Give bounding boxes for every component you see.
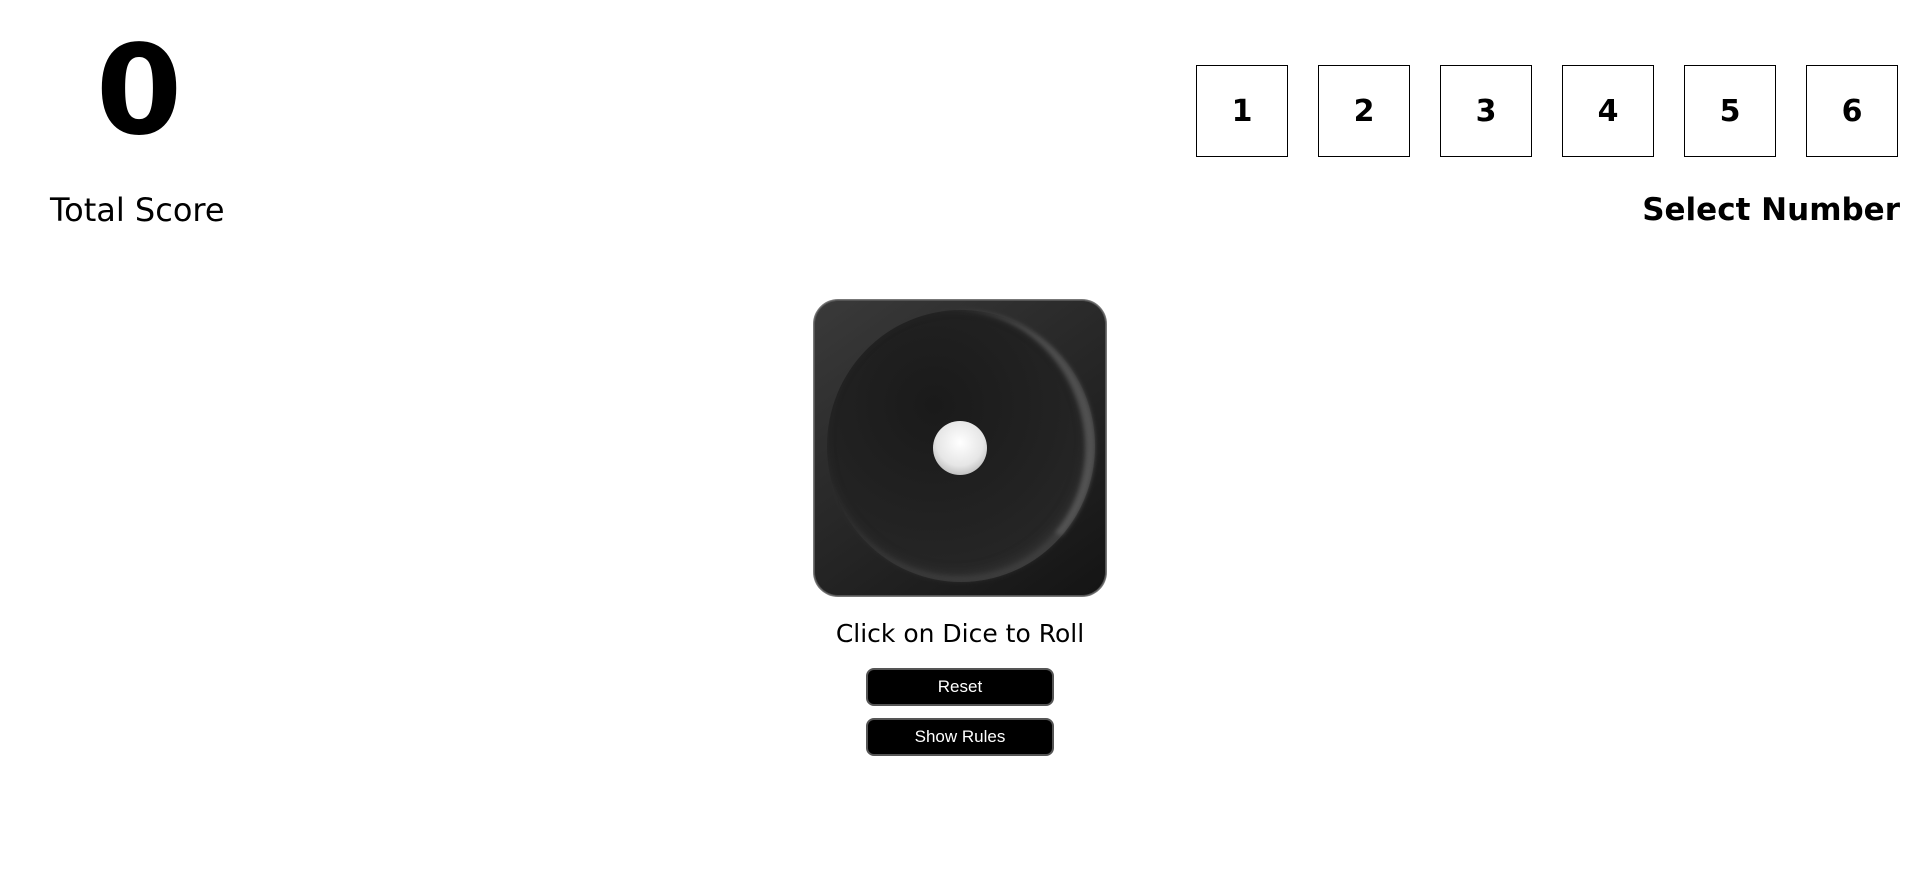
number-option-5[interactable]: 5	[1684, 65, 1776, 157]
number-option-3[interactable]: 3	[1440, 65, 1532, 157]
roll-hint-text: Click on Dice to Roll	[835, 619, 1085, 648]
reset-button[interactable]: Reset	[866, 668, 1054, 706]
show-rules-button[interactable]: Show Rules	[866, 718, 1054, 756]
number-option-6[interactable]: 6	[1806, 65, 1898, 157]
dice-area: Click on Dice to Roll Reset Show Rules	[0, 288, 1920, 756]
dice-pip-icon	[933, 421, 987, 475]
dice-button[interactable]	[805, 288, 1117, 604]
total-score-label: Total Score	[50, 191, 225, 229]
number-option-4[interactable]: 4	[1562, 65, 1654, 157]
total-score-value: 0	[95, 19, 182, 163]
number-selector: 1 2 3 4 5 6	[1196, 65, 1898, 157]
number-option-2[interactable]: 2	[1318, 65, 1410, 157]
score-block: 0	[50, 16, 226, 166]
dice-game-app: 0 Total Score 1 2 3 4 5 6 Select Number …	[0, 0, 1920, 892]
select-number-label: Select Number	[1642, 192, 1900, 228]
number-option-1[interactable]: 1	[1196, 65, 1288, 157]
